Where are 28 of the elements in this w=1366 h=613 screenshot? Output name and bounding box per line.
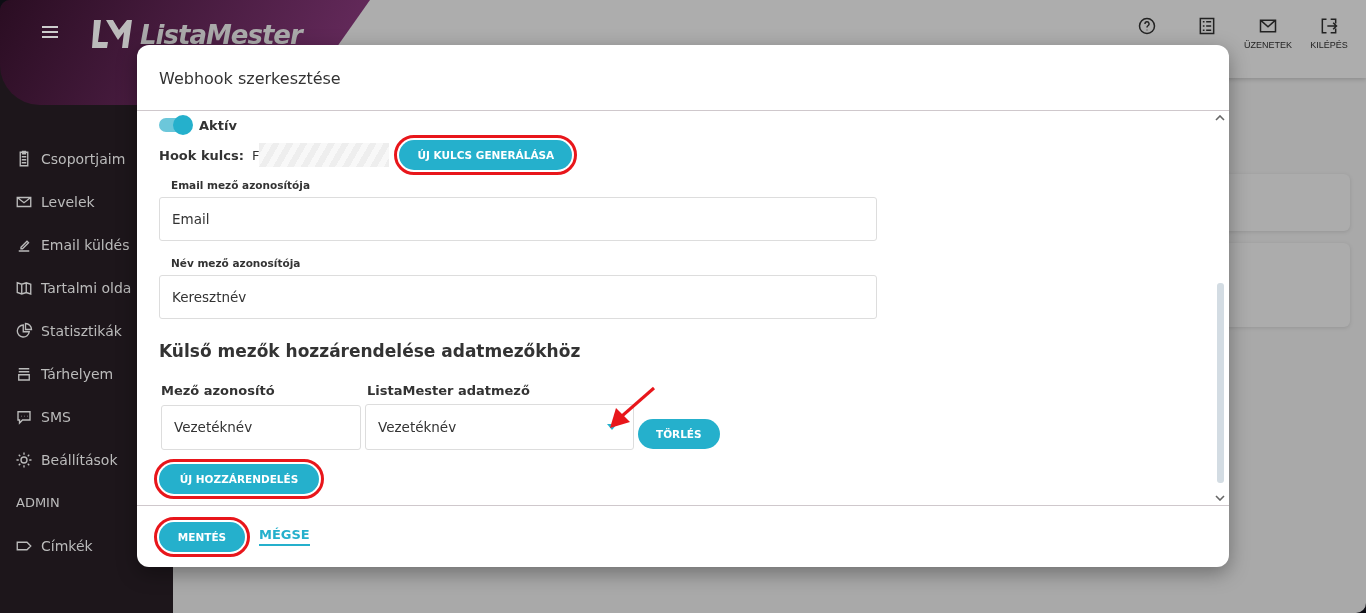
column-label: Mező azonosító	[160, 383, 276, 398]
scrollbar[interactable]	[1215, 115, 1225, 501]
field-label: Név mező azonosítója	[170, 257, 302, 269]
input-field[interactable]: Vezetéknév	[161, 404, 361, 450]
chevron-up-icon[interactable]	[1215, 115, 1225, 121]
section-heading: Külső mezők hozzárendelése adatmezőkhöz	[159, 341, 582, 361]
field-label: Email mező azonosítója	[170, 179, 311, 191]
top-bar-button[interactable]: KILÉPÉS	[1306, 16, 1352, 78]
hook-key-value: F	[251, 147, 260, 163]
nav-icon	[15, 450, 33, 469]
nav-icon	[15, 321, 33, 340]
input-field[interactable]: Keresztnév	[159, 275, 877, 319]
toggle-label: Aktív	[199, 117, 237, 133]
input-field[interactable]: Email	[159, 197, 877, 241]
logout-icon	[1319, 16, 1339, 36]
field-label: Hook kulcs:	[159, 147, 244, 163]
section-label: ADMIN	[15, 494, 61, 512]
column-label: ListaMester adatmező	[367, 383, 530, 398]
toggle-switch[interactable]	[159, 118, 191, 132]
logo-icon	[92, 18, 132, 50]
select-field[interactable]: Vezetéknév	[365, 404, 634, 450]
list-icon	[1197, 16, 1217, 36]
help-icon	[1137, 16, 1157, 36]
envelope-icon	[1258, 16, 1278, 36]
top-bar-button[interactable]: ÜZENETEK	[1244, 16, 1292, 78]
dialog-title: Webhook szerkesztése	[137, 45, 1229, 111]
menu-icon[interactable]	[40, 24, 60, 40]
chevron-down-icon[interactable]	[1215, 495, 1225, 501]
